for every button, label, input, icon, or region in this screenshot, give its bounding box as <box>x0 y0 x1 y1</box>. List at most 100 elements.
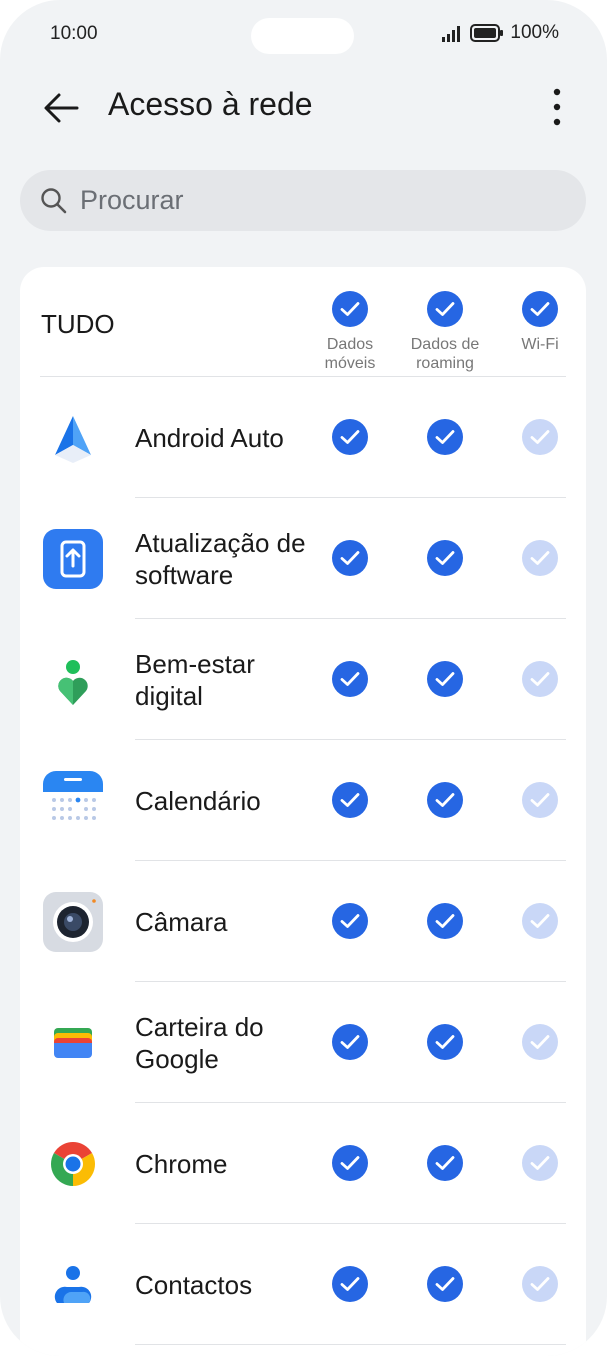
wifi-checkbox[interactable] <box>522 661 558 697</box>
wifi-checkbox[interactable] <box>522 903 558 939</box>
android-auto-icon <box>55 416 91 463</box>
mobile-data-checkbox[interactable] <box>332 540 368 576</box>
all-wifi-checkbox[interactable] <box>522 291 558 327</box>
calendar-icon <box>43 771 103 831</box>
checkmark-icon <box>530 672 550 686</box>
app-row-camera: Câmara <box>20 861 586 982</box>
google-wallet-icon <box>54 1028 92 1058</box>
mobile-data-checkbox[interactable] <box>332 419 368 455</box>
search-icon <box>41 188 67 214</box>
mobile-data-checkbox[interactable] <box>332 1266 368 1302</box>
status-bar: 10:00 100% <box>0 0 607 70</box>
app-name: Calendário <box>135 785 261 816</box>
status-time: 10:00 <box>50 23 98 44</box>
column-label-wifi: Wi-Fi <box>521 336 559 353</box>
checkmark-icon <box>530 302 550 316</box>
column-wifi: Wi-Fi <box>490 291 590 354</box>
checkmark-icon <box>340 302 360 316</box>
wifi-checkbox[interactable] <box>522 419 558 455</box>
checkmark-icon <box>435 551 455 565</box>
search-input[interactable] <box>80 170 560 231</box>
checkmark-icon <box>530 551 550 565</box>
wifi-checkbox[interactable] <box>522 1266 558 1302</box>
roaming-data-checkbox[interactable] <box>427 540 463 576</box>
app-row-contacts: Contactos <box>20 1224 586 1345</box>
more-options-button[interactable] <box>537 82 577 132</box>
column-label-roaming-data: Dados de roaming <box>410 336 480 372</box>
status-indicators: 100% <box>442 22 559 44</box>
checkmark-icon <box>530 914 550 928</box>
app-row-software-update: Atualização de software <box>20 498 586 619</box>
roaming-data-checkbox[interactable] <box>427 419 463 455</box>
column-roaming-data: Dados de roaming <box>395 291 495 373</box>
roaming-data-checkbox[interactable] <box>427 1024 463 1060</box>
app-row-digital-wellbeing: Bem-estar digital <box>20 619 586 740</box>
checkmark-icon <box>435 672 455 686</box>
all-apps-row: TUDO Dados móveis Dados de roaming Wi-Fi <box>20 267 586 377</box>
app-row-google-wallet: Carteira do Google <box>20 982 586 1103</box>
checkmark-icon <box>530 1277 550 1291</box>
all-mobile-data-checkbox[interactable] <box>332 291 368 327</box>
column-mobile-data: Dados móveis <box>300 291 400 373</box>
checkmark-icon <box>530 1035 550 1049</box>
roaming-data-checkbox[interactable] <box>427 1266 463 1302</box>
wifi-checkbox[interactable] <box>522 1145 558 1181</box>
app-row-calendar: Calendário <box>20 740 586 861</box>
app-row-chrome: Chrome <box>20 1103 586 1224</box>
more-vertical-icon <box>553 88 561 126</box>
wifi-checkbox[interactable] <box>522 782 558 818</box>
app-name: Android Auto <box>135 422 284 453</box>
roaming-data-checkbox[interactable] <box>427 661 463 697</box>
checkmark-icon <box>435 1035 455 1049</box>
checkmark-icon <box>530 1156 550 1170</box>
mobile-data-checkbox[interactable] <box>332 661 368 697</box>
app-name: Câmara <box>135 906 228 937</box>
roaming-data-checkbox[interactable] <box>427 1145 463 1181</box>
checkmark-icon <box>340 551 360 565</box>
page-title: Acesso à rede <box>108 86 313 122</box>
digital-wellbeing-icon <box>58 660 88 705</box>
camera-icon <box>43 892 103 952</box>
checkmark-icon <box>340 914 360 928</box>
arrow-left-icon <box>44 93 79 123</box>
mobile-data-checkbox[interactable] <box>332 782 368 818</box>
all-label: TUDO <box>41 309 115 339</box>
checkmark-icon <box>340 1156 360 1170</box>
all-roaming-data-checkbox[interactable] <box>427 291 463 327</box>
signal-icon <box>442 26 461 42</box>
checkmark-icon <box>435 302 455 316</box>
network-access-card: TUDO Dados móveis Dados de roaming Wi-Fi <box>20 267 586 1356</box>
phone-screen: 10:00 100% Acesso à rede Procurar TUDO D… <box>0 0 607 1356</box>
battery-icon <box>470 24 504 42</box>
checkmark-icon <box>435 914 455 928</box>
row-divider <box>135 1344 566 1345</box>
checkmark-icon <box>435 793 455 807</box>
contacts-icon <box>54 1266 92 1303</box>
roaming-data-checkbox[interactable] <box>427 782 463 818</box>
checkmark-icon <box>340 793 360 807</box>
app-row-android-auto: Android Auto <box>20 377 586 498</box>
checkmark-icon <box>340 1277 360 1291</box>
app-name: Atualização de software <box>135 527 306 590</box>
app-name: Bem-estar digital <box>135 648 255 711</box>
mobile-data-checkbox[interactable] <box>332 903 368 939</box>
wifi-checkbox[interactable] <box>522 540 558 576</box>
checkmark-icon <box>435 1277 455 1291</box>
checkmark-icon <box>530 430 550 444</box>
wifi-checkbox[interactable] <box>522 1024 558 1060</box>
chrome-icon <box>51 1142 95 1186</box>
column-label-mobile-data: Dados móveis <box>324 336 376 372</box>
mobile-data-checkbox[interactable] <box>332 1024 368 1060</box>
checkmark-icon <box>435 1156 455 1170</box>
checkmark-icon <box>435 430 455 444</box>
camera-cutout <box>251 18 354 54</box>
battery-percentage: 100% <box>510 22 559 43</box>
checkmark-icon <box>340 672 360 686</box>
search-bar[interactable] <box>20 170 586 231</box>
app-name: Carteira do Google <box>135 1011 264 1074</box>
checkmark-icon <box>340 430 360 444</box>
checkmark-icon <box>340 1035 360 1049</box>
back-button[interactable] <box>36 86 86 130</box>
mobile-data-checkbox[interactable] <box>332 1145 368 1181</box>
roaming-data-checkbox[interactable] <box>427 903 463 939</box>
